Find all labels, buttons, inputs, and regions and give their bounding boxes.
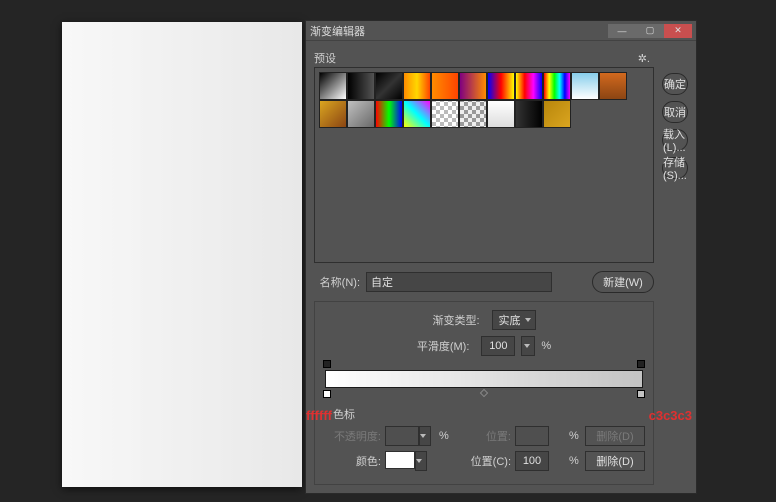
preset-swatch-2[interactable] — [375, 72, 403, 100]
color-dd-icon[interactable] — [415, 451, 427, 471]
opacity-label: 不透明度: — [323, 428, 381, 444]
preset-swatch-12[interactable] — [347, 100, 375, 128]
annotation-right: c3c3c3 — [649, 408, 692, 423]
position2-label: 位置(C): — [455, 453, 511, 469]
preset-swatch-17[interactable] — [487, 100, 515, 128]
save-button[interactable]: 存储(S)... — [662, 157, 688, 179]
gtype-dropdown[interactable]: 实底 — [492, 310, 536, 330]
presets-label: 预设 — [314, 50, 336, 66]
color-stop-right[interactable] — [637, 390, 645, 398]
document-canvas — [62, 22, 302, 487]
opacity-stop-left[interactable] — [323, 360, 331, 368]
gtype-label: 渐变类型: — [432, 312, 485, 328]
preset-grid — [314, 67, 654, 263]
position1-input[interactable] — [515, 426, 549, 446]
preset-swatch-5[interactable] — [459, 72, 487, 100]
position2-input[interactable]: 100 — [515, 451, 549, 471]
opacity-stop-right[interactable] — [637, 360, 645, 368]
cancel-button[interactable]: 取消 — [662, 101, 688, 123]
annotation-left: ffffff — [306, 408, 332, 423]
opacity-dd-icon[interactable] — [419, 426, 431, 446]
color-stop-left[interactable] — [323, 390, 331, 398]
gradient-preview — [325, 370, 643, 388]
gradient-ramp[interactable] — [325, 370, 643, 388]
gradient-editor-dialog: 渐变编辑器 — ▢ ✕ 预设 ✲. 名称(N): 新建(W) — [305, 20, 697, 494]
load-button[interactable]: 载入(L)... — [662, 129, 688, 151]
delete1-button[interactable]: 删除(D) — [585, 426, 645, 446]
midpoint-diamond[interactable] — [480, 389, 488, 397]
smooth-dropdown-icon[interactable] — [521, 336, 535, 356]
smooth-input[interactable]: 100 — [481, 336, 515, 356]
preset-swatch-4[interactable] — [431, 72, 459, 100]
name-label: 名称(N): — [314, 274, 366, 290]
preset-swatch-1[interactable] — [347, 72, 375, 100]
preset-swatch-9[interactable] — [571, 72, 599, 100]
titlebar[interactable]: 渐变编辑器 — ▢ ✕ — [306, 21, 696, 41]
close-button[interactable]: ✕ — [664, 24, 692, 38]
name-input[interactable] — [366, 272, 552, 292]
preset-swatch-18[interactable] — [515, 100, 543, 128]
preset-swatch-10[interactable] — [599, 72, 627, 100]
preset-swatch-8[interactable] — [543, 72, 571, 100]
preset-swatch-0[interactable] — [319, 72, 347, 100]
preset-swatch-6[interactable] — [487, 72, 515, 100]
preset-swatch-14[interactable] — [403, 100, 431, 128]
preset-swatch-16[interactable] — [459, 100, 487, 128]
opacity-input[interactable] — [385, 426, 419, 446]
maximize-button[interactable]: ▢ — [636, 24, 664, 38]
color-label: 颜色: — [323, 453, 381, 469]
preset-swatch-13[interactable] — [375, 100, 403, 128]
window-title: 渐变编辑器 — [310, 23, 608, 39]
delete2-button[interactable]: 删除(D) — [585, 451, 645, 471]
preset-swatch-11[interactable] — [319, 100, 347, 128]
smooth-pct: % — [541, 340, 551, 352]
gear-icon[interactable]: ✲. — [638, 52, 650, 65]
new-button[interactable]: 新建(W) — [592, 271, 654, 293]
stops-label: 色标 — [333, 406, 645, 422]
preset-swatch-19[interactable] — [543, 100, 571, 128]
color-swatch[interactable] — [385, 451, 415, 469]
smooth-label: 平滑度(M): — [417, 338, 476, 354]
preset-swatch-15[interactable] — [431, 100, 459, 128]
preset-swatch-7[interactable] — [515, 72, 543, 100]
position1-label: 位置: — [455, 428, 511, 444]
ok-button[interactable]: 确定 — [662, 73, 688, 95]
preset-swatch-3[interactable] — [403, 72, 431, 100]
minimize-button[interactable]: — — [608, 24, 636, 38]
